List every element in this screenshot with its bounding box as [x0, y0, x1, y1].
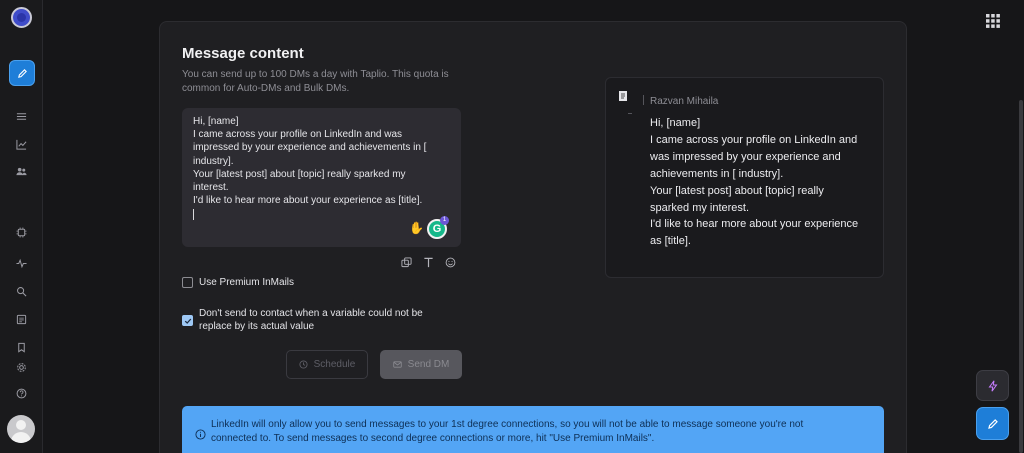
editor-line: Hi, [name]: [193, 116, 239, 127]
premium-inmails-label: Use Premium InMails: [199, 277, 295, 288]
schedule-button-label: Schedule: [313, 359, 356, 370]
avatar[interactable]: [7, 415, 35, 443]
editor-line: I'd like to hear more about your experie…: [193, 195, 423, 207]
send-dm-button-label: Send DM: [407, 359, 450, 370]
preview-message: Hi, [name] I came across your profile on…: [650, 115, 875, 250]
info-icon: [195, 427, 206, 440]
copy-icon[interactable]: [400, 256, 412, 268]
text-format-icon[interactable]: [422, 256, 434, 268]
preview-line: Your [latest post] about [topic] really: [650, 184, 824, 197]
preview-divider: [643, 95, 644, 105]
newspaper-icon[interactable]: [15, 313, 27, 325]
preview-line: was impressed by your experience and: [650, 150, 841, 163]
list-icon[interactable]: [15, 110, 27, 122]
quota-description: You can send up to 100 DMs a day with Ta…: [182, 69, 449, 94]
lightning-icon: [988, 380, 997, 391]
apps-grid-icon[interactable]: [986, 14, 1000, 28]
preview-line: achievements in [ industry].: [650, 167, 784, 180]
pencil-icon: [17, 68, 27, 78]
logo-icon[interactable]: [11, 7, 32, 28]
chip-icon[interactable]: [15, 226, 27, 238]
premium-inmails-checkbox[interactable]: [182, 277, 193, 288]
bookmark-icon[interactable]: [15, 341, 27, 353]
editor-line: interest.: [193, 182, 229, 194]
info-banner-line1: LinkedIn will only allow you to send mes…: [211, 419, 804, 430]
preview-divider: [628, 113, 632, 114]
ai-assistant-button[interactable]: [976, 370, 1009, 401]
help-icon[interactable]: [15, 387, 27, 399]
activity-icon[interactable]: [15, 257, 27, 269]
compose-nav-button[interactable]: [9, 60, 35, 86]
mail-icon: [392, 361, 402, 368]
pencil-icon: [987, 418, 998, 429]
emoji-icon[interactable]: [444, 256, 456, 268]
checkmark-icon: [184, 318, 191, 324]
preview-line: I'd like to hear more about your experie…: [650, 218, 859, 231]
page-title: Message content: [182, 45, 304, 62]
text-caret: [193, 209, 194, 221]
sidebar: [0, 0, 43, 453]
sender-name: Razvan Mihaila: [650, 96, 719, 107]
editor-line: industry].: [193, 155, 234, 167]
quick-compose-button[interactable]: [976, 407, 1009, 440]
emoji-hand-icon[interactable]: ✋: [409, 221, 424, 235]
send-dm-button[interactable]: Send DM: [380, 350, 462, 379]
sender-avatar-icon: [617, 89, 631, 103]
editor-line: I came across your profile on LinkedIn a…: [193, 129, 402, 141]
info-banner-line2: connected to. To send messages to second…: [211, 433, 655, 444]
preview-line: as [title].: [650, 235, 691, 248]
skip-missing-variable-label: Don't send to contact when a variable co…: [199, 307, 423, 333]
editor-line: Your [latest post] about [topic] really …: [193, 168, 406, 180]
preview-line: sparked my interest.: [650, 201, 750, 214]
skip-label-line1: Don't send to contact when a variable co…: [199, 308, 423, 319]
chart-icon[interactable]: [15, 138, 27, 150]
preview-line: Hi, [name]: [650, 117, 701, 129]
gear-icon[interactable]: [15, 361, 27, 373]
schedule-button[interactable]: Schedule: [286, 350, 368, 379]
users-icon[interactable]: [15, 165, 27, 177]
page-scrollbar[interactable]: [1019, 100, 1023, 453]
preview-line: I came across your profile on LinkedIn a…: [650, 133, 858, 146]
clock-icon: [299, 360, 308, 369]
skip-label-line2: replace by its actual value: [199, 321, 315, 332]
info-banner-text: LinkedIn will only allow you to send mes…: [211, 418, 871, 446]
grammarly-count-badge: 1: [440, 216, 449, 225]
editor-line: impressed by your experience and achieve…: [193, 142, 427, 154]
search-icon[interactable]: [15, 285, 27, 297]
skip-missing-variable-checkbox[interactable]: [182, 315, 193, 326]
